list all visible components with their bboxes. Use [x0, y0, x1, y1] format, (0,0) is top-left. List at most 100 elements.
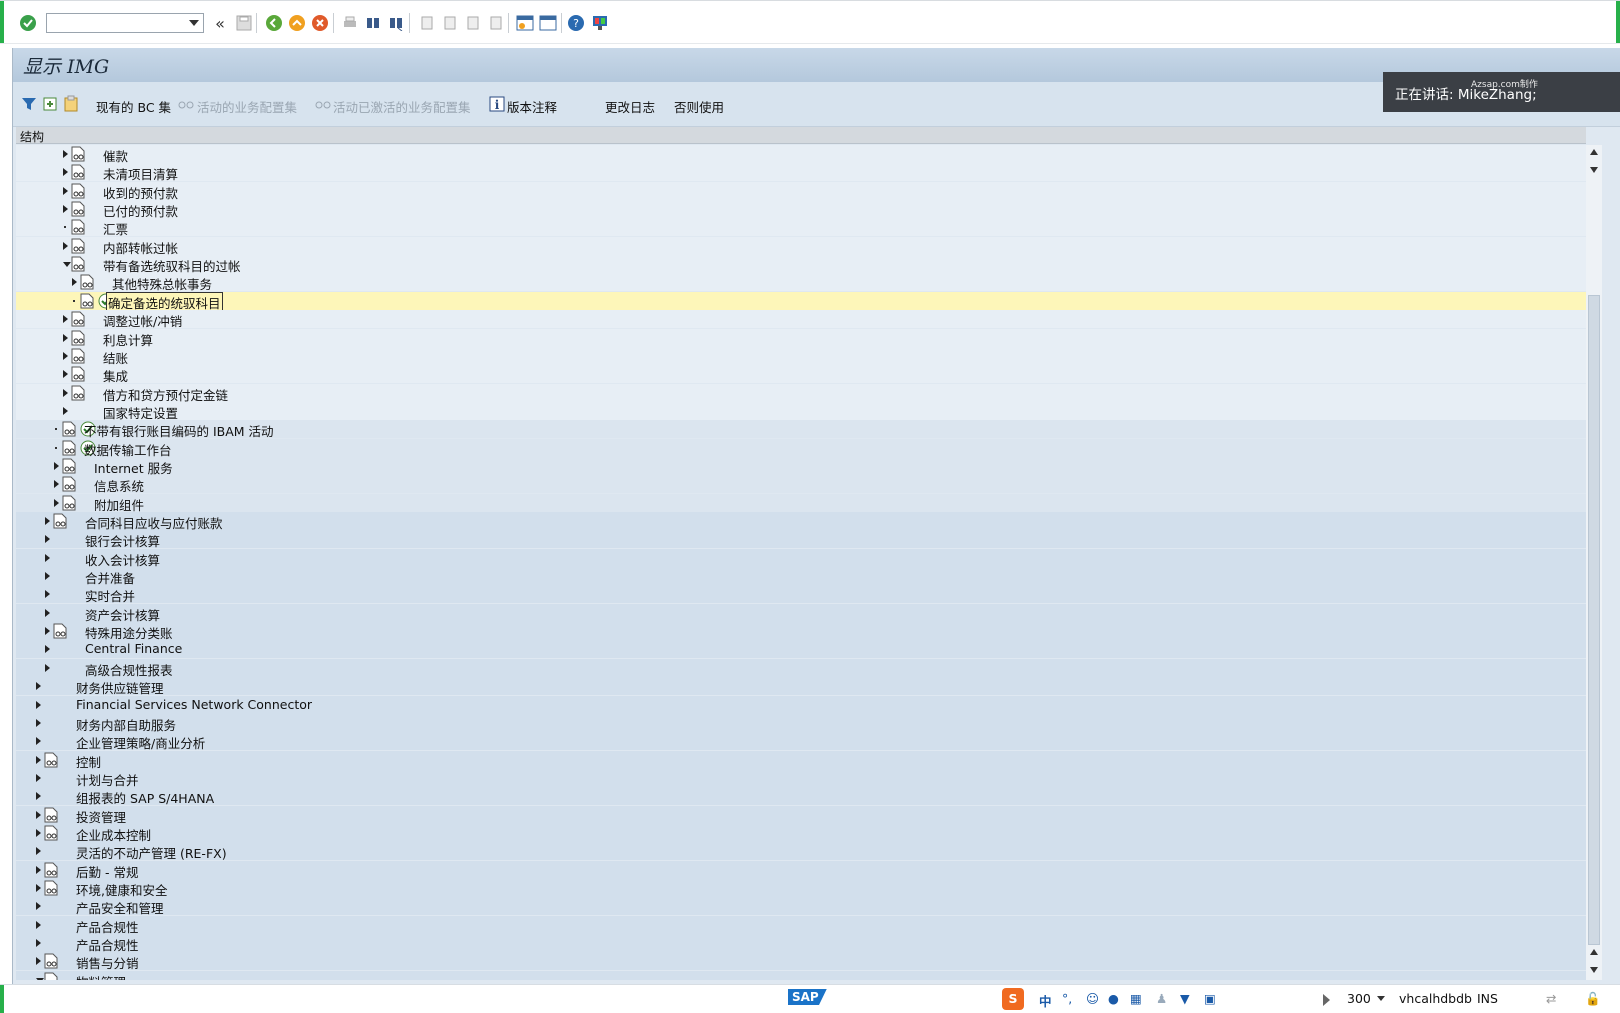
documentation-icon[interactable] [71, 146, 85, 162]
tree-node[interactable]: 其他特殊总帐事务 [16, 273, 1586, 292]
tree-node-label[interactable]: Financial Services Network Connector [76, 697, 312, 712]
tree-node-label[interactable]: 银行会计核算 [85, 531, 160, 550]
keyboard-icon[interactable]: ▦ [1130, 991, 1142, 1006]
vertical-scrollbar[interactable] [1586, 145, 1602, 980]
activated-bc-sets-button[interactable]: 活动的业务配置集 [197, 97, 297, 116]
expand-arrow-icon[interactable] [36, 829, 41, 837]
expand-arrow-icon[interactable] [36, 902, 41, 910]
cancel-icon[interactable] [310, 13, 330, 33]
documentation-icon[interactable] [71, 183, 85, 199]
tree-node[interactable]: 企业成本控制 [16, 824, 1586, 843]
expand-arrow-icon[interactable] [36, 682, 41, 690]
tree-node-selected[interactable]: 确定备选的统驭科目 [16, 292, 1586, 313]
tree-node[interactable]: 特殊用途分类账 [16, 622, 1586, 641]
tree-node[interactable]: 控制 [16, 751, 1586, 770]
documentation-icon[interactable] [44, 752, 58, 768]
documentation-icon[interactable] [71, 330, 85, 346]
collapse-arrow-icon[interactable] [36, 978, 44, 980]
expand-arrow-icon[interactable] [36, 957, 41, 965]
tree-node[interactable]: Financial Services Network Connector [16, 696, 1586, 714]
tree-node[interactable]: 利息计算 [16, 329, 1586, 348]
tree-node[interactable]: 内部转帐过帐 [16, 237, 1586, 256]
scroll-up-icon[interactable] [1590, 949, 1598, 955]
documentation-icon[interactable] [44, 880, 58, 896]
tree-node[interactable]: 物料管理 [16, 971, 1586, 980]
tree-node-label[interactable]: 组报表的 SAP S/4HANA [76, 788, 214, 807]
expand-arrow-icon[interactable] [36, 774, 41, 782]
tree-node[interactable]: Internet 服务 [16, 457, 1586, 476]
expand-arrow-icon[interactable] [45, 572, 50, 580]
filter-icon[interactable] [19, 94, 39, 114]
find-icon[interactable] [363, 13, 383, 33]
expand-arrow-icon[interactable] [63, 150, 68, 158]
tree-node-label[interactable]: 企业管理策略/商业分析 [76, 733, 205, 752]
shortcut-icon[interactable] [538, 13, 558, 33]
tree-node-label[interactable]: 不带有银行账目编码的 IBAM 活动 [84, 421, 274, 440]
expand-arrow-icon[interactable] [63, 315, 68, 323]
help-icon[interactable]: ? [566, 13, 586, 33]
expand-arrow-icon[interactable] [45, 535, 50, 543]
expand-arrow-icon[interactable] [45, 645, 50, 653]
tree-node[interactable]: 产品安全和管理 [16, 897, 1586, 917]
expand-arrow-icon[interactable] [63, 407, 68, 415]
expand-arrow-icon[interactable] [36, 866, 41, 874]
expand-arrow-icon[interactable] [63, 334, 68, 342]
expand-arrow-icon[interactable] [45, 517, 50, 525]
scrollbar-thumb[interactable] [1588, 295, 1600, 945]
documentation-icon[interactable] [71, 219, 85, 235]
tree-node-label[interactable]: 产品安全和管理 [76, 898, 164, 917]
scroll-down-icon[interactable] [1590, 967, 1598, 973]
tree-node[interactable]: 收到的预付款 [16, 182, 1586, 201]
print-icon[interactable] [340, 13, 360, 33]
documentation-icon[interactable] [44, 825, 58, 841]
insert-mode[interactable]: INS [1477, 991, 1498, 1006]
expand-arrow-icon[interactable] [36, 737, 41, 745]
tree-node[interactable]: 国家特定设置 [16, 402, 1586, 421]
release-notes-button[interactable]: 版本注释 [507, 97, 557, 116]
next-page-icon[interactable] [462, 13, 482, 33]
documentation-icon[interactable] [53, 513, 67, 529]
first-page-icon[interactable] [416, 13, 436, 33]
expand-arrow-icon[interactable] [45, 609, 50, 617]
expand-arrow-icon[interactable] [36, 701, 41, 709]
tree-node-label[interactable]: 调整过帐/冲销 [103, 311, 182, 330]
documentation-icon[interactable] [71, 256, 85, 272]
expand-arrow-icon[interactable] [63, 187, 68, 195]
tree-node[interactable]: 财务内部自助服务 [16, 714, 1586, 733]
ime-mode[interactable]: 中 [1039, 991, 1052, 1010]
documentation-icon[interactable] [71, 311, 85, 327]
tree-node[interactable]: 高级合规性报表 [16, 659, 1586, 678]
enter-check-icon[interactable] [18, 13, 38, 33]
expand-arrow-icon[interactable] [45, 554, 50, 562]
tree-node[interactable]: 催款 [16, 145, 1586, 164]
tree-node-label[interactable]: 实时合并 [85, 586, 135, 605]
tree-node[interactable]: 企业管理策略/商业分析 [16, 732, 1586, 752]
activated-bc-sets-activity-button[interactable]: 活动已激活的业务配置集 [333, 97, 471, 116]
documentation-icon[interactable] [71, 164, 85, 180]
skin-icon[interactable]: ▼ [1180, 991, 1190, 1006]
expand-arrow-icon[interactable] [36, 921, 41, 929]
save-icon[interactable] [234, 13, 254, 33]
current-bc-sets-button[interactable]: 现有的 BC 集 [96, 97, 171, 116]
new-session-icon[interactable] [515, 13, 535, 33]
documentation-icon[interactable] [53, 623, 67, 639]
expand-arrow-icon[interactable] [36, 939, 41, 947]
tree-node[interactable]: 数据传输工作台 [16, 439, 1586, 458]
emoji-icon[interactable]: ☺ [1086, 991, 1099, 1006]
status-expand-icon[interactable] [1323, 994, 1330, 1006]
tree-node[interactable]: 调整过帐/冲销 [16, 310, 1586, 330]
tree-node[interactable]: 组报表的 SAP S/4HANA [16, 787, 1586, 807]
tree-node[interactable]: 后勤 - 常规 [16, 861, 1586, 880]
tree-node[interactable]: 收入会计核算 [16, 549, 1586, 568]
tree-node[interactable]: 实时合并 [16, 585, 1586, 605]
tree-node[interactable]: 信息系统 [16, 475, 1586, 494]
expand-arrow-icon[interactable] [63, 370, 68, 378]
expand-arrow-icon[interactable] [63, 389, 68, 397]
expand-arrow-icon[interactable] [36, 756, 41, 764]
expand-arrow-icon[interactable] [36, 847, 41, 855]
find-next-icon[interactable] [386, 13, 406, 33]
tree-node[interactable]: 环境,健康和安全 [16, 879, 1586, 898]
expand-arrow-icon[interactable] [63, 242, 68, 250]
expand-arrow-icon[interactable] [36, 792, 41, 800]
documentation-icon[interactable] [80, 293, 94, 309]
